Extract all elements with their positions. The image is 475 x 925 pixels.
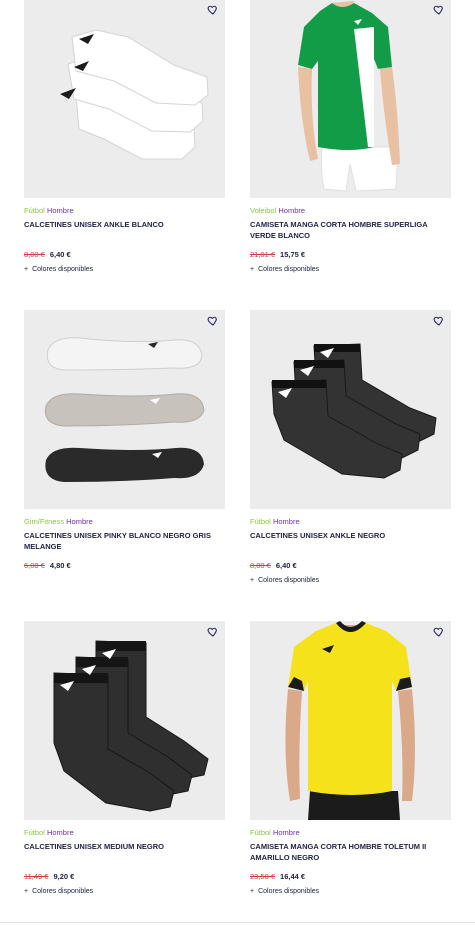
plus-icon: + — [250, 577, 255, 584]
yellow-shirt-image — [285, 621, 415, 820]
product-card[interactable]: Gim/Fitness Hombre CALCETINES UNISEX PIN… — [24, 310, 225, 552]
product-categories: Fútbol Hombre — [24, 206, 225, 216]
white-socks-image — [60, 29, 209, 160]
original-price: 11,49 € — [24, 872, 49, 881]
plus-icon: + — [250, 888, 255, 895]
category-sport[interactable]: Fútbol — [250, 828, 271, 837]
sale-price: 16,44 € — [280, 872, 306, 881]
product-title[interactable]: CAMISETA MANGA CORTA HOMBRE SUPERLIGA VE… — [250, 220, 450, 241]
available-colors-link[interactable]: + Colores disponibles — [24, 265, 93, 275]
category-gender[interactable]: Hombre — [47, 206, 74, 215]
available-colors-link[interactable]: + Colores disponibles — [250, 576, 319, 586]
product-categories: Voleibol Hombre — [250, 206, 451, 216]
wishlist-heart-icon[interactable] — [207, 3, 219, 15]
category-sport[interactable]: Gim/Fitness — [24, 517, 64, 526]
sale-price: 15,75 € — [280, 250, 306, 259]
product-image[interactable] — [24, 310, 225, 509]
plus-icon: + — [250, 266, 255, 273]
sale-price: 6,40 € — [49, 250, 71, 259]
product-categories: Fútbol Hombre — [250, 517, 451, 527]
product-categories: Gim/Fitness Hombre — [24, 517, 225, 527]
wishlist-heart-icon[interactable] — [207, 625, 219, 637]
wishlist-heart-icon[interactable] — [433, 314, 445, 326]
product-categories: Fútbol Hombre — [24, 828, 225, 838]
colors-label: Colores disponibles — [32, 888, 94, 895]
original-price: 8,00 € — [24, 250, 45, 259]
product-price: 21,01 € 15,75 € — [250, 250, 305, 260]
sale-price: 9,20 € — [53, 872, 75, 881]
no-show-socks-image — [44, 337, 205, 482]
product-title[interactable]: CALCETINES UNISEX ANKLE BLANCO — [24, 220, 224, 231]
black-medium-socks-image — [53, 640, 209, 812]
colors-label: Colores disponibles — [258, 266, 320, 273]
category-sport[interactable]: Fútbol — [24, 206, 45, 215]
original-price: 6,00 € — [24, 561, 45, 570]
category-gender[interactable]: Hombre — [278, 206, 305, 215]
product-title[interactable]: CALCETINES UNISEX PINKY BLANCO NEGRO GRI… — [24, 531, 224, 552]
plus-icon: + — [24, 888, 29, 895]
original-price: 23,50 € — [250, 872, 276, 881]
product-price: 6,00 € 4,80 € — [24, 561, 71, 571]
product-price: 23,50 € 16,44 € — [250, 872, 305, 882]
category-sport[interactable]: Fútbol — [24, 828, 45, 837]
product-price: 8,00 € 6,40 € — [24, 250, 71, 260]
product-image[interactable] — [24, 621, 225, 820]
wishlist-heart-icon[interactable] — [433, 625, 445, 637]
original-price: 8,00 € — [250, 561, 271, 570]
category-sport[interactable]: Voleibol — [250, 206, 276, 215]
product-title[interactable]: CALCETINES UNISEX MEDIUM NEGRO — [24, 842, 224, 853]
product-price: 8,00 € 6,40 € — [250, 561, 297, 571]
green-shirt-image — [298, 1, 400, 192]
product-image[interactable] — [24, 0, 225, 198]
product-categories: Fútbol Hombre — [250, 828, 451, 838]
category-gender[interactable]: Hombre — [273, 517, 300, 526]
product-image[interactable] — [250, 310, 451, 509]
colors-label: Colores disponibles — [258, 888, 320, 895]
sale-price: 4,80 € — [49, 561, 71, 570]
wishlist-heart-icon[interactable] — [207, 314, 219, 326]
colors-label: Colores disponibles — [32, 266, 94, 273]
plus-icon: + — [24, 266, 29, 273]
product-grid: Fútbol Hombre CALCETINES UNISEX ANKLE BL… — [0, 0, 475, 925]
category-gender[interactable]: Hombre — [47, 828, 74, 837]
category-sport[interactable]: Fútbol — [250, 517, 271, 526]
colors-label: Colores disponibles — [258, 577, 320, 584]
black-socks-image — [271, 343, 437, 479]
available-colors-link[interactable]: + Colores disponibles — [24, 887, 93, 897]
product-card[interactable]: Fútbol Hombre CALCETINES UNISEX ANKLE NE… — [250, 310, 451, 542]
category-gender[interactable]: Hombre — [66, 517, 93, 526]
available-colors-link[interactable]: + Colores disponibles — [250, 887, 319, 897]
product-card[interactable]: Fútbol Hombre CAMISETA MANGA CORTA HOMBR… — [250, 621, 451, 863]
original-price: 21,01 € — [250, 250, 276, 259]
sale-price: 6,40 € — [275, 561, 297, 570]
available-colors-link[interactable]: + Colores disponibles — [250, 265, 319, 275]
product-title[interactable]: CALCETINES UNISEX ANKLE NEGRO — [250, 531, 450, 542]
product-image[interactable] — [250, 0, 451, 198]
product-card[interactable]: Voleibol Hombre CAMISETA MANGA CORTA HOM… — [250, 0, 451, 241]
divider — [0, 922, 475, 923]
product-card[interactable]: Fútbol Hombre CALCETINES UNISEX MEDIUM N… — [24, 621, 225, 853]
product-price: 11,49 € 9,20 € — [24, 872, 74, 882]
product-image[interactable] — [250, 621, 451, 820]
product-title[interactable]: CAMISETA MANGA CORTA HOMBRE TOLETUM II A… — [250, 842, 450, 863]
category-gender[interactable]: Hombre — [273, 828, 300, 837]
wishlist-heart-icon[interactable] — [433, 3, 445, 15]
product-card[interactable]: Fútbol Hombre CALCETINES UNISEX ANKLE BL… — [24, 0, 225, 231]
